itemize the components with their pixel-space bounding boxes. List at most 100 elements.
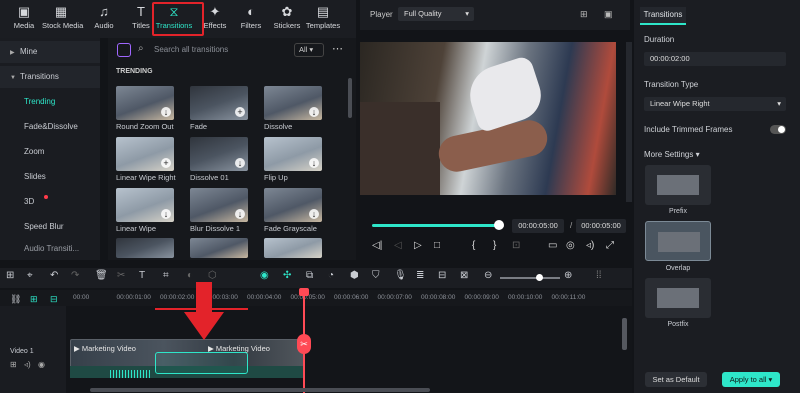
download-icon[interactable]: ↓: [161, 209, 171, 219]
camera-icon[interactable]: ◎: [566, 240, 575, 251]
zoom-slider[interactable]: [500, 277, 560, 279]
color-icon[interactable]: ⬡: [208, 270, 217, 281]
select-icon[interactable]: ⌖: [27, 270, 33, 281]
transition-thumb-dissolve[interactable]: ↓: [264, 86, 322, 120]
play-icon[interactable]: ▷: [414, 240, 422, 251]
transition-thumb-flip-up[interactable]: ↓: [264, 137, 322, 171]
transition-thumb-blur-dissolve-1[interactable]: ↓: [190, 188, 248, 222]
add-icon[interactable]: +: [161, 158, 171, 168]
filter-dropdown[interactable]: All ▾: [294, 43, 324, 57]
track-lock-icon[interactable]: ⊞: [10, 360, 17, 369]
text-icon[interactable]: T: [139, 270, 145, 281]
render-icon[interactable]: ⧉: [306, 270, 313, 281]
track-visibility-icon[interactable]: ◉: [38, 360, 45, 369]
transition-thumb-fade-grayscale[interactable]: ↓: [264, 188, 322, 222]
quality-dropdown[interactable]: Full Quality ▾: [398, 7, 474, 21]
volume-icon[interactable]: ◃): [586, 240, 594, 251]
timeline-hscrollbar[interactable]: [90, 388, 430, 392]
mark-out-icon[interactable]: }: [493, 240, 496, 251]
sidebar-item-speed-blur[interactable]: Speed Blur: [0, 216, 100, 238]
playhead-handle[interactable]: [299, 288, 309, 296]
search-input[interactable]: Search all transitions: [154, 45, 228, 54]
speed-icon[interactable]: ◔: [328, 270, 334, 281]
transition-thumb-round-zoom-out[interactable]: ↓: [116, 86, 174, 120]
playback-knob[interactable]: [494, 220, 504, 230]
track-layout-icon[interactable]: ⊟: [50, 294, 58, 305]
tab-templates[interactable]: ▤ Templates: [304, 4, 342, 36]
motion-icon[interactable]: ⊟: [438, 270, 446, 281]
download-icon[interactable]: ↓: [161, 107, 171, 117]
download-icon[interactable]: ↓: [309, 158, 319, 168]
split-handle-icon[interactable]: ✂: [297, 334, 311, 354]
timeline-vscrollbar[interactable]: [622, 318, 627, 350]
track-add-icon[interactable]: ⊞: [30, 294, 38, 305]
transition-thumb-dissolve-01[interactable]: ↓: [190, 137, 248, 171]
transition-thumb-linear-wipe-right[interactable]: +: [116, 137, 174, 171]
zoom-out-icon[interactable]: ⊖: [484, 270, 492, 281]
grid-icon[interactable]: ⁞⁞: [596, 270, 602, 281]
more-settings-label[interactable]: More Settings ▾: [644, 150, 700, 159]
preset-postfix[interactable]: [645, 278, 711, 318]
tab-filters[interactable]: ◐ Filters: [232, 4, 270, 36]
sidebar-item-trending[interactable]: Trending: [0, 91, 100, 113]
sidebar-item-3d[interactable]: 3D: [0, 191, 100, 213]
audio-mix-icon[interactable]: ≣: [416, 270, 424, 281]
delete-icon[interactable]: 🗑: [95, 270, 108, 281]
tab-transitions[interactable]: Transitions: [640, 7, 686, 25]
set-as-default-button[interactable]: Set as Default: [645, 372, 707, 387]
redo-icon[interactable]: ↷: [71, 270, 79, 281]
layout-icon[interactable]: ⊞: [6, 270, 14, 281]
undo-icon[interactable]: ↶: [50, 270, 58, 281]
download-icon[interactable]: ↓: [309, 107, 319, 117]
download-icon[interactable]: ↓: [309, 209, 319, 219]
include-trimmed-toggle[interactable]: [770, 125, 786, 134]
zoom-slider-knob[interactable]: [536, 274, 543, 281]
play-back-icon[interactable]: ◁: [394, 240, 402, 251]
sidebar-item-mine[interactable]: ▶ Mine: [0, 41, 100, 63]
snapshot-image-icon[interactable]: ▣: [604, 9, 613, 20]
crop-icon[interactable]: ⌗: [163, 270, 169, 281]
snap-icon[interactable]: ✣: [283, 270, 291, 281]
transition-thumb-partial[interactable]: [264, 238, 322, 258]
link-icon[interactable]: ⛓: [10, 294, 21, 305]
transition-thumb-partial[interactable]: [190, 238, 248, 258]
download-icon[interactable]: ↓: [235, 158, 245, 168]
fullscreen-icon[interactable]: ⤢: [606, 240, 614, 251]
playback-progress[interactable]: [372, 224, 498, 227]
transition-on-timeline[interactable]: [155, 352, 248, 374]
split-icon[interactable]: ✂: [117, 270, 125, 281]
sidebar-item-zoom[interactable]: Zoom: [0, 141, 100, 163]
display-icon[interactable]: ▭: [548, 240, 557, 251]
prev-frame-icon[interactable]: ◁|: [372, 240, 382, 251]
render-preview-icon[interactable]: ⊡: [512, 240, 520, 251]
smart-icon[interactable]: ◉: [260, 270, 269, 281]
transition-thumb-partial[interactable]: [116, 238, 174, 258]
sidebar-item-slides[interactable]: Slides: [0, 166, 100, 188]
download-icon[interactable]: ↓: [235, 209, 245, 219]
zoom-in-icon[interactable]: ⊕: [564, 270, 572, 281]
stop-icon[interactable]: □: [434, 240, 440, 251]
mark-in-icon[interactable]: {: [472, 240, 475, 251]
tab-stickers[interactable]: ✿ Stickers: [268, 4, 306, 36]
preset-overlap[interactable]: [645, 221, 711, 261]
transition-thumb-fade[interactable]: +: [190, 86, 248, 120]
mask-icon[interactable]: ◐: [187, 270, 193, 281]
shield-icon[interactable]: ⛉: [372, 270, 380, 281]
transition-thumb-linear-wipe[interactable]: ↓: [116, 188, 174, 222]
preset-prefix[interactable]: [645, 165, 711, 205]
more-options-icon[interactable]: ⋯: [332, 42, 343, 55]
browser-scrollbar[interactable]: [348, 78, 352, 118]
sidebar-item-fade-dissolve[interactable]: Fade&Dissolve: [0, 116, 100, 138]
track-mute-icon[interactable]: ◃): [24, 360, 31, 369]
transition-type-dropdown[interactable]: Linear Wipe Right ▾: [644, 97, 786, 111]
sidebar-item-audio-transitions[interactable]: Audio Transiti...: [0, 238, 100, 260]
favorites-icon[interactable]: [117, 43, 131, 57]
tab-stock-media[interactable]: ▦ Stock Media: [42, 4, 83, 36]
tab-media[interactable]: ▣ Media: [5, 4, 43, 36]
tab-audio[interactable]: ♫ Audio: [85, 4, 123, 36]
microphone-icon[interactable]: 🎙: [394, 270, 407, 281]
duration-field[interactable]: 00:00:02:00: [644, 52, 786, 66]
player-scrollbar[interactable]: [626, 42, 632, 202]
keyframe-icon[interactable]: ⬢: [350, 270, 359, 281]
add-icon[interactable]: +: [235, 107, 245, 117]
